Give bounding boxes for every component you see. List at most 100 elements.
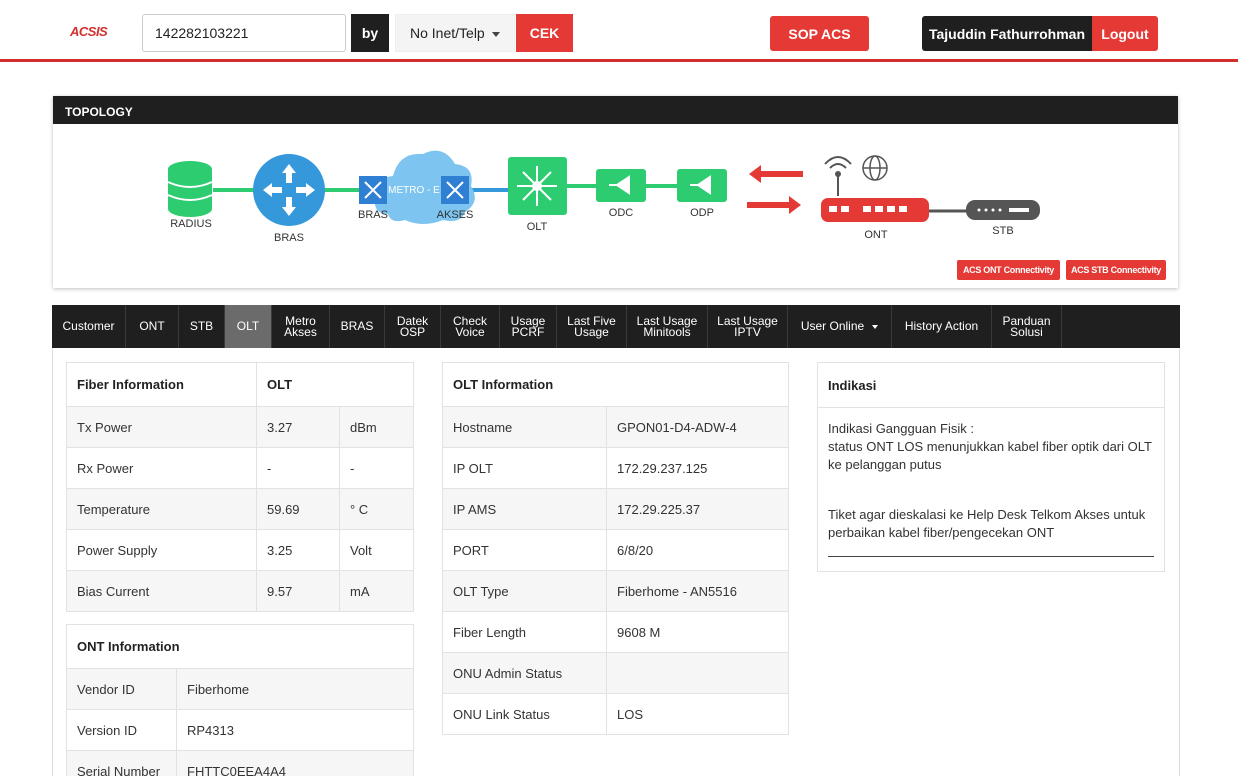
bidirectional-arrow-icon <box>747 165 803 214</box>
table-row: Bias Current 9.57 mA <box>66 570 414 612</box>
fiber-info-source: OLT <box>256 362 414 407</box>
row-label: Serial Number <box>66 750 177 776</box>
row-value: 59.69 <box>256 488 340 530</box>
fiber-info-title: Fiber Information <box>66 362 257 407</box>
row-value: 9608 M <box>606 611 789 653</box>
splitter-icon <box>596 169 646 202</box>
row-label: Bias Current <box>66 570 257 612</box>
row-value <box>606 652 789 694</box>
tab-label: Check Voice <box>452 313 487 339</box>
by-label: by <box>351 14 389 52</box>
tab-label: STB <box>189 319 214 333</box>
indikasi-body: Indikasi Gangguan Fisik : status ONT LOS… <box>818 408 1164 557</box>
row-label: Vendor ID <box>66 668 177 710</box>
tab-olt[interactable]: OLT <box>225 305 272 348</box>
table-row: Temperature 59.69 ° C <box>66 488 414 530</box>
switch-icon <box>359 176 387 204</box>
indikasi-panel: Indikasi Indikasi Gangguan Fisik : statu… <box>817 362 1165 572</box>
tab-customer[interactable]: Customer <box>52 305 126 348</box>
row-label: IP OLT <box>442 447 607 489</box>
row-value: 172.29.237.125 <box>606 447 789 489</box>
ont-info-title: ONT Information <box>66 624 414 669</box>
table-row: Fiber Length 9608 M <box>442 611 789 653</box>
tab-user-online[interactable]: User Online <box>788 305 892 348</box>
row-label: Fiber Length <box>442 611 607 653</box>
row-value: 6/8/20 <box>606 529 789 571</box>
table-row: Hostname GPON01-D4-ADW-4 <box>442 406 789 448</box>
tab-label: User Online <box>800 319 865 333</box>
node-label-olt: OLT <box>527 221 548 233</box>
tab-label: OLT <box>236 319 260 333</box>
node-label-akses-switch: AKSES <box>437 209 474 221</box>
row-label: Tx Power <box>66 406 257 448</box>
table-row: Tx Power 3.27 dBm <box>66 406 414 448</box>
acs-ont-connectivity-button[interactable]: ACS ONT Connectivity <box>957 260 1060 280</box>
olt-info-title: OLT Information <box>442 362 789 407</box>
tab-bar: Customer ONT STB OLT Metro Akses BRAS Dat… <box>52 305 1180 348</box>
row-unit: Volt <box>339 529 414 571</box>
logout-button[interactable]: Logout <box>1092 16 1158 51</box>
table-row: Power Supply 3.25 Volt <box>66 529 414 571</box>
tab-last-usage-minitools[interactable]: Last Usage Minitools <box>627 305 708 348</box>
app-logo[interactable]: ACSIS <box>70 24 108 39</box>
ont-info-table: ONT Information Vendor ID Fiberhome Vers… <box>66 624 414 776</box>
row-value: FHTTC0EEA4A4 <box>176 750 414 776</box>
node-label-bras: BRAS <box>274 232 304 244</box>
fiber-info-table: Fiber Information OLT Tx Power 3.27 dBm … <box>66 362 414 612</box>
row-label: Power Supply <box>66 529 257 571</box>
tab-datek-osp[interactable]: Datek OSP <box>385 305 441 348</box>
tab-ont[interactable]: ONT <box>126 305 179 348</box>
table-row: IP AMS 172.29.225.37 <box>442 488 789 530</box>
table-row: Vendor ID Fiberhome <box>66 668 414 710</box>
search-type-select[interactable]: No Inet/Telp <box>395 14 515 52</box>
tab-label: History Action <box>904 319 979 333</box>
table-row: Serial Number FHTTC0EEA4A4 <box>66 750 414 776</box>
node-label-radius: RADIUS <box>170 218 212 230</box>
tab-usage-pcrf[interactable]: Usage PCRF <box>500 305 557 348</box>
tab-last-usage-iptv[interactable]: Last Usage IPTV <box>708 305 788 348</box>
tab-last-five-usage[interactable]: Last Five Usage <box>557 305 627 348</box>
node-label-ont: ONT <box>864 229 888 241</box>
row-label: Rx Power <box>66 447 257 489</box>
row-value: - <box>256 447 340 489</box>
divider <box>828 556 1154 557</box>
olt-hub-icon <box>508 157 567 215</box>
database-icon <box>167 161 213 217</box>
row-value: 9.57 <box>256 570 340 612</box>
row-value: GPON01-D4-ADW-4 <box>606 406 789 448</box>
table-row: Version ID RP4313 <box>66 709 414 751</box>
tab-label: Customer <box>62 319 115 333</box>
table-row: ONU Admin Status <box>442 652 789 694</box>
row-unit: ° C <box>339 488 414 530</box>
search-type-value: No Inet/Telp <box>410 25 485 41</box>
row-unit: - <box>339 447 414 489</box>
tab-bras[interactable]: BRAS <box>330 305 385 348</box>
tab-label: Last Usage Minitools <box>636 313 698 339</box>
tab-metro-akses[interactable]: Metro Akses <box>272 305 330 348</box>
sop-acs-button[interactable]: SOP ACS <box>770 16 869 51</box>
row-unit: mA <box>339 570 414 612</box>
node-label-odp: ODP <box>690 207 714 219</box>
tab-history-action[interactable]: History Action <box>892 305 992 348</box>
indikasi-status-text: status ONT LOS menunjukkan kabel fiber o… <box>828 439 1152 472</box>
tab-label: Datek OSP <box>396 313 429 339</box>
stb-box-icon <box>966 200 1040 220</box>
row-value: RP4313 <box>176 709 414 751</box>
acs-stb-connectivity-button[interactable]: ACS STB Connectivity <box>1066 260 1166 280</box>
caret-down-icon <box>492 32 500 37</box>
search-input[interactable] <box>142 14 346 52</box>
row-value: LOS <box>606 693 789 735</box>
tab-stb[interactable]: STB <box>179 305 225 348</box>
splitter-icon <box>677 169 727 202</box>
tab-check-voice[interactable]: Check Voice <box>441 305 500 348</box>
tab-label: Panduan Solusi <box>1002 313 1051 339</box>
caret-down-icon <box>872 324 879 329</box>
tab-panduan-solusi[interactable]: Panduan Solusi <box>992 305 1062 348</box>
row-label: Temperature <box>66 488 257 530</box>
cek-button[interactable]: CEK <box>516 14 573 52</box>
node-label-metro: METRO - E <box>388 185 440 196</box>
row-label: PORT <box>442 529 607 571</box>
indikasi-action-text: Tiket agar dieskalasi ke Help Desk Telko… <box>828 507 1146 540</box>
row-label: IP AMS <box>442 488 607 530</box>
table-row: ONU Link Status LOS <box>442 693 789 735</box>
